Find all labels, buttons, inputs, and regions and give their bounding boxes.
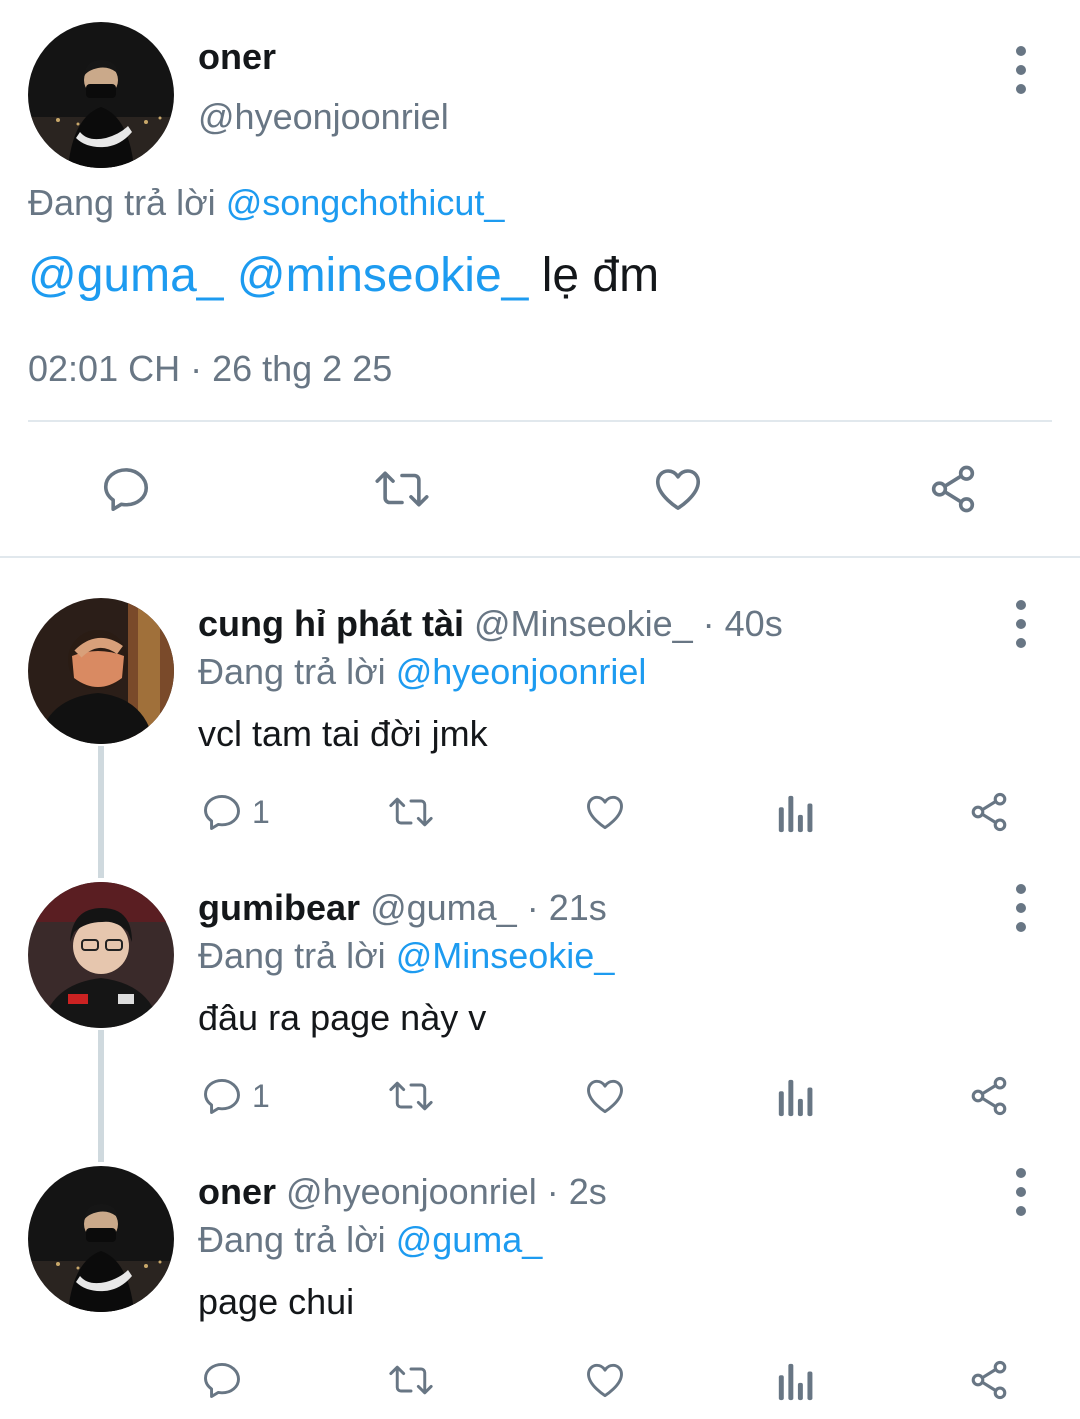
tweet-header: oner @hyeonjoonriel · 2s: [198, 1171, 607, 1213]
reply-context: Đang trả lời @guma_: [198, 1219, 542, 1261]
tweet-text: đâu ra page này v: [198, 997, 487, 1038]
reply-icon[interactable]: [200, 1358, 244, 1402]
like-icon[interactable]: [582, 1074, 628, 1118]
retweet-icon[interactable]: [386, 1074, 436, 1118]
reply-icon[interactable]: [200, 790, 244, 834]
reply-context: Đang trả lời @hyeonjoonriel: [198, 651, 646, 693]
reply-to-link[interactable]: @songchothicut_: [226, 182, 505, 223]
tweet-time[interactable]: · 2s: [547, 1171, 607, 1212]
handle[interactable]: @hyeonjoonriel: [198, 96, 449, 138]
display-name[interactable]: cung hỉ phát tài: [198, 603, 464, 644]
analytics-icon[interactable]: [776, 792, 816, 834]
more-icon[interactable]: [1009, 46, 1033, 94]
display-name[interactable]: gumibear: [198, 887, 360, 928]
handle[interactable]: @Minseokie_: [474, 603, 693, 644]
reply-count: 1: [252, 794, 270, 830]
tweet-text: vcl tam tai đời jmk: [198, 713, 488, 754]
reply-to-link[interactable]: @guma_: [396, 1219, 543, 1260]
reply-prefix: Đang trả lời: [198, 651, 386, 692]
share-icon[interactable]: [926, 462, 980, 516]
like-icon[interactable]: [650, 462, 706, 516]
reply-count: 1: [252, 1078, 270, 1114]
more-icon[interactable]: [1009, 884, 1033, 932]
like-icon[interactable]: [582, 790, 628, 834]
section-divider: [0, 556, 1080, 558]
reply-to-link[interactable]: @hyeonjoonriel: [396, 651, 647, 692]
timestamp[interactable]: 02:01 CH · 26 thg 2 25: [28, 348, 392, 390]
mention-link[interactable]: @minseokie_: [237, 249, 529, 302]
reply-context: Đang trả lời @songchothicut_: [28, 182, 504, 224]
reply-to-link[interactable]: @Minseokie_: [396, 935, 615, 976]
reply-icon[interactable]: [200, 1074, 244, 1118]
tweet-body: lẹ đm: [541, 249, 660, 302]
handle[interactable]: @hyeonjoonriel: [286, 1171, 537, 1212]
reply-prefix: Đang trả lời: [198, 1219, 386, 1260]
avatar[interactable]: [28, 882, 174, 1028]
avatar[interactable]: [28, 22, 174, 168]
thread-line: [98, 1030, 104, 1162]
avatar[interactable]: [28, 1166, 174, 1312]
display-name[interactable]: oner: [198, 1171, 276, 1212]
tweet-time[interactable]: · 40s: [703, 603, 783, 644]
share-icon[interactable]: [967, 790, 1011, 834]
handle[interactable]: @guma_: [370, 887, 517, 928]
analytics-icon[interactable]: [776, 1360, 816, 1402]
retweet-icon[interactable]: [386, 1358, 436, 1402]
more-icon[interactable]: [1009, 600, 1033, 648]
retweet-icon[interactable]: [372, 462, 432, 516]
more-icon[interactable]: [1009, 1168, 1033, 1216]
share-icon[interactable]: [967, 1074, 1011, 1118]
reply-icon[interactable]: [99, 462, 153, 516]
like-icon[interactable]: [582, 1358, 628, 1402]
avatar[interactable]: [28, 598, 174, 744]
tweet-text: page chui: [198, 1281, 355, 1322]
divider: [28, 420, 1052, 422]
analytics-icon[interactable]: [776, 1076, 816, 1118]
share-icon[interactable]: [967, 1358, 1011, 1402]
mention-link[interactable]: @guma_: [28, 249, 224, 302]
tweet-header: cung hỉ phát tài @Minseokie_ · 40s: [198, 603, 783, 645]
retweet-icon[interactable]: [386, 790, 436, 834]
tweet-header: gumibear @guma_ · 21s: [198, 887, 607, 929]
reply-context: Đang trả lời @Minseokie_: [198, 935, 614, 977]
thread-line: [98, 746, 104, 878]
display-name[interactable]: oner: [198, 36, 276, 78]
tweet-time[interactable]: · 21s: [527, 887, 607, 928]
tweet-text: @guma_ @minseokie_ lẹ đm: [28, 248, 659, 303]
reply-prefix: Đang trả lời: [28, 182, 216, 223]
reply-prefix: Đang trả lời: [198, 935, 386, 976]
